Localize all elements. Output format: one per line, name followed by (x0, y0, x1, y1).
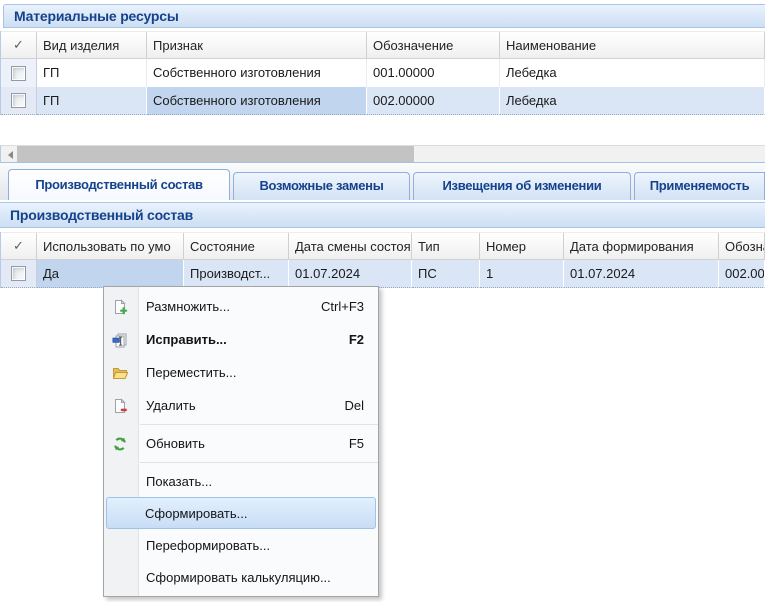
tab-strip: Производственный состав Возможные замены… (0, 163, 765, 200)
menu-item-duplicate[interactable]: Размножить... Ctrl+F3 (104, 290, 378, 323)
materials-panel-header: Материальные ресурсы (3, 4, 765, 28)
menu-item-label: Размножить... (146, 299, 230, 314)
horizontal-scrollbar[interactable] (0, 145, 765, 163)
menu-item-label: Показать... (146, 474, 212, 489)
production-panel-header: Производственный состав (0, 202, 765, 228)
cell-product-kind[interactable]: ГП (37, 59, 147, 87)
menu-item-delete[interactable]: Удалить Del (104, 389, 378, 422)
select-all-header-cell[interactable]: ✓ (1, 233, 37, 259)
column-header-number[interactable]: Номер (480, 233, 564, 259)
scroll-left-button[interactable] (3, 148, 17, 161)
production-grid: ✓ Использовать по умо Состояние Дата сме… (0, 232, 765, 288)
column-header-type[interactable]: Тип (412, 233, 480, 259)
column-header-use-default[interactable]: Использовать по умо (37, 233, 184, 259)
materials-panel-title: Материальные ресурсы (14, 8, 179, 24)
menu-item-refresh[interactable]: Обновить F5 (104, 427, 378, 460)
column-header-designation[interactable]: Обозна (719, 233, 765, 259)
materials-grid-header: ✓ Вид изделия Признак Обозначение Наимен… (1, 31, 765, 59)
menu-item-label: Обновить (146, 436, 205, 451)
tab-possible-replacements[interactable]: Возможные замены (233, 172, 410, 200)
menu-item-shortcut: F2 (349, 332, 364, 347)
cell-state[interactable]: Производст... (184, 260, 289, 288)
cell-product-kind[interactable]: ГП (37, 87, 147, 115)
row-checkbox-cell[interactable] (1, 260, 37, 288)
menu-item-label: Переформировать... (146, 538, 270, 553)
menu-item-label: Сформировать... (145, 506, 247, 521)
cell-attribute-focused[interactable]: Собственного изготовления (147, 87, 367, 115)
menu-item-form-calculation[interactable]: Сформировать калькуляцию... (104, 561, 378, 593)
cell-type[interactable]: ПС (412, 260, 480, 288)
menu-item-label: Сформировать калькуляцию... (146, 570, 331, 585)
cell-name[interactable]: Лебедка (500, 87, 765, 115)
cell-designation[interactable]: 001.00000 (367, 59, 500, 87)
row-checkbox-cell[interactable] (1, 87, 37, 115)
cell-state-change-date[interactable]: 01.07.2024 (289, 260, 412, 288)
materials-grid: ✓ Вид изделия Признак Обозначение Наимен… (0, 31, 765, 115)
menu-item-shortcut: Ctrl+F3 (321, 299, 364, 314)
cell-formation-date[interactable]: 01.07.2024 (564, 260, 719, 288)
scrollbar-thumb[interactable] (17, 146, 414, 162)
menu-item-label: Удалить (146, 398, 196, 413)
tab-change-notices[interactable]: Извещения об изменении (413, 172, 631, 200)
production-row-selected[interactable]: Да Производст... 01.07.2024 ПС 1 01.07.2… (1, 260, 765, 288)
materials-row-2-selected[interactable]: ГП Собственного изготовления 002.00000 Л… (1, 87, 765, 115)
menu-separator (140, 462, 378, 463)
menu-item-form-highlighted[interactable]: Сформировать... (106, 497, 376, 529)
cell-designation[interactable]: 002.00000 (367, 87, 500, 115)
cell-use-default-focused[interactable]: Да (37, 260, 184, 288)
column-header-attribute[interactable]: Признак (147, 32, 367, 58)
context-menu: Размножить... Ctrl+F3 Исправить... F2 Пе… (103, 286, 379, 597)
menu-item-show[interactable]: Показать... (104, 465, 378, 497)
page-remove-icon (110, 398, 130, 414)
tab-production-structure[interactable]: Производственный состав (8, 169, 230, 200)
page-add-icon (110, 299, 130, 315)
production-grid-header: ✓ Использовать по умо Состояние Дата сме… (1, 232, 765, 260)
menu-item-shortcut: F5 (349, 436, 364, 451)
checkbox[interactable] (11, 66, 26, 81)
cell-name[interactable]: Лебедка (500, 59, 765, 87)
select-all-header-cell[interactable]: ✓ (1, 32, 37, 58)
column-header-state[interactable]: Состояние (184, 233, 289, 259)
column-header-product-kind[interactable]: Вид изделия (37, 32, 147, 58)
column-header-state-change-date[interactable]: Дата смены состоя (289, 233, 412, 259)
menu-item-shortcut: Del (344, 398, 364, 413)
checkbox[interactable] (11, 93, 26, 108)
menu-item-move[interactable]: Переместить... (104, 356, 378, 389)
column-header-formation-date[interactable]: Дата формирования (564, 233, 719, 259)
menu-item-label: Исправить... (146, 332, 227, 347)
check-icon: ✓ (13, 232, 24, 260)
menu-item-edit[interactable]: Исправить... F2 (104, 323, 378, 356)
column-header-name[interactable]: Наименование (500, 32, 765, 58)
cell-attribute[interactable]: Собственного изготовления (147, 59, 367, 87)
menu-item-reform[interactable]: Переформировать... (104, 529, 378, 561)
checkbox[interactable] (11, 266, 26, 281)
cell-designation[interactable]: 002.00000 (719, 260, 765, 288)
materials-row-1[interactable]: ГП Собственного изготовления 001.00000 Л… (1, 59, 765, 87)
scroll-left-arrow-icon (8, 151, 13, 159)
tab-applicability[interactable]: Применяемость (634, 172, 765, 200)
edit-icon (110, 332, 130, 348)
refresh-icon (110, 436, 130, 452)
production-panel-title: Производственный состав (10, 207, 193, 223)
cell-number[interactable]: 1 (480, 260, 564, 288)
menu-item-label: Переместить... (146, 365, 236, 380)
check-icon: ✓ (13, 31, 24, 59)
folder-icon (110, 365, 130, 381)
menu-separator (140, 424, 378, 425)
row-checkbox-cell[interactable] (1, 59, 37, 87)
column-header-designation[interactable]: Обозначение (367, 32, 500, 58)
